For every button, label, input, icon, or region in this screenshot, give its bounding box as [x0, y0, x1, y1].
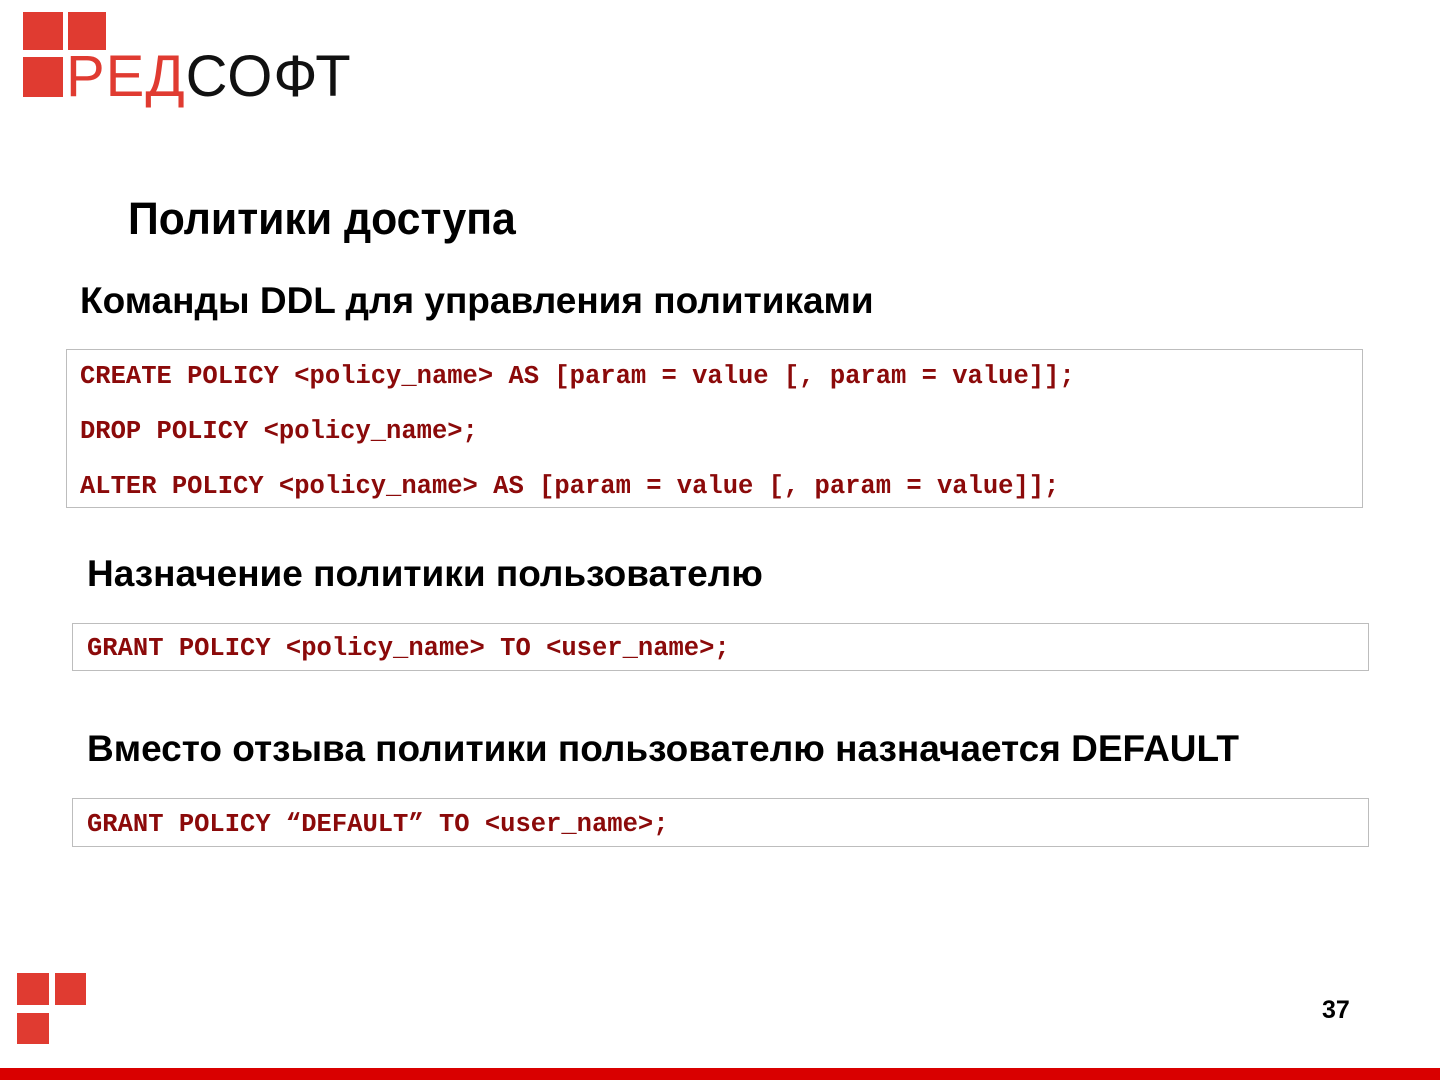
logo-square-icon — [23, 12, 63, 50]
redsoft-logo: РЕДСОФТ — [23, 12, 353, 109]
code-line-grant-policy: GRANT POLICY <policy_name> TO <user_name… — [87, 634, 730, 663]
logo-square-icon — [23, 57, 63, 97]
footer-square-icon — [17, 1013, 49, 1044]
logo-wordmark: РЕДСОФТ — [66, 45, 352, 109]
section-heading-grant: Назначение политики пользователю — [87, 553, 763, 594]
footer-square-icon — [55, 973, 86, 1005]
code-line-create-policy: CREATE POLICY <policy_name> AS [param = … — [80, 362, 1075, 391]
footer-bar — [0, 1068, 1440, 1080]
code-block-ddl: CREATE POLICY <policy_name> AS [param = … — [66, 349, 1363, 508]
slide-title: Политики доступа — [128, 193, 516, 244]
footer-square-icon — [17, 973, 49, 1005]
code-line-alter-policy: ALTER POLICY <policy_name> AS [param = v… — [80, 472, 1060, 501]
code-block-grant: GRANT POLICY <policy_name> TO <user_name… — [72, 623, 1369, 671]
footer-logo-icon — [17, 973, 87, 1045]
code-line-grant-default: GRANT POLICY “DEFAULT” TO <user_name>; — [87, 810, 669, 839]
code-block-default: GRANT POLICY “DEFAULT” TO <user_name>; — [72, 798, 1369, 847]
page-number: 37 — [1322, 996, 1350, 1024]
code-line-drop-policy: DROP POLICY <policy_name>; — [80, 417, 478, 446]
logo-text-red: РЕД — [66, 44, 186, 109]
section-heading-ddl: Команды DDL для управления политиками — [80, 280, 874, 321]
section-heading-default: Вместо отзыва политики пользователю назн… — [87, 728, 1239, 769]
logo-text-black: СОФТ — [185, 44, 352, 109]
